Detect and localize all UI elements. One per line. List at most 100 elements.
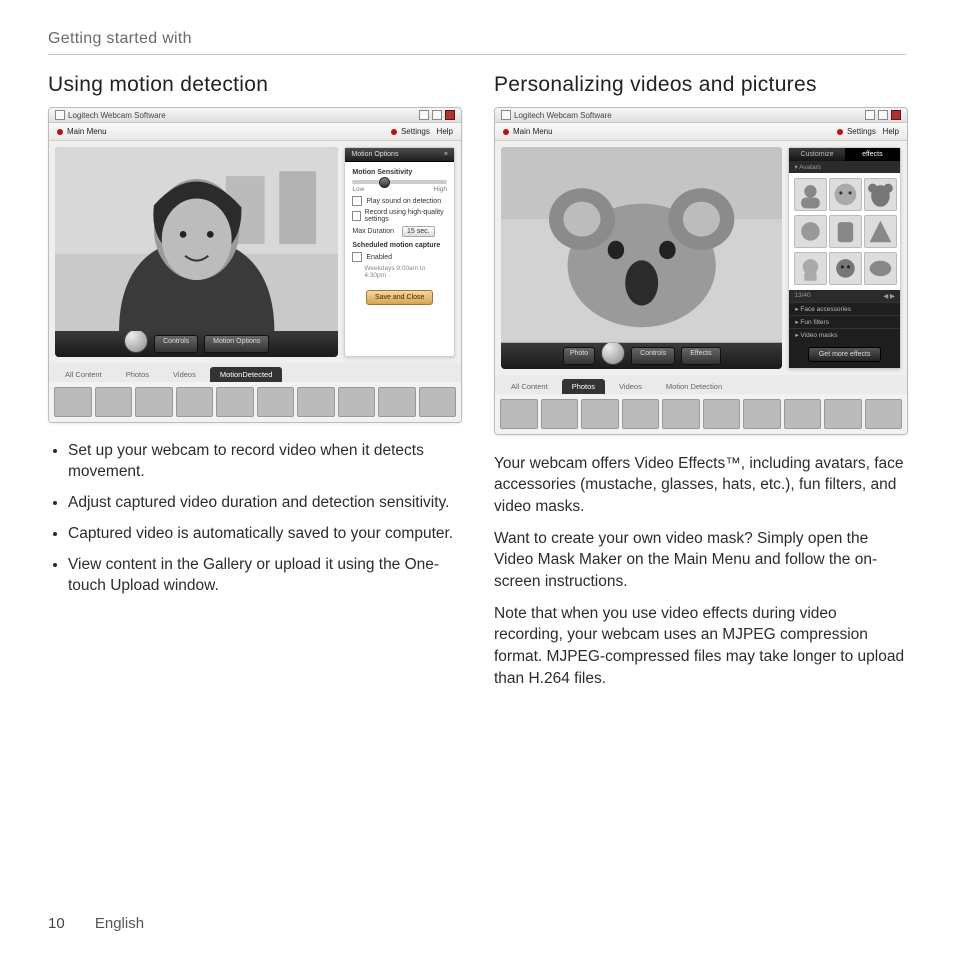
close-icon[interactable] [445, 110, 455, 120]
mode-photo-button[interactable]: Photo [563, 347, 595, 365]
max-duration-row: Max Duration 15 sec. [352, 226, 447, 237]
preview-control-bar: Controls Motion Options [55, 331, 338, 357]
gallery-thumb[interactable] [824, 399, 862, 429]
screenshot-motion-detection: Logitech Webcam Software Main Menu Setti… [48, 107, 462, 423]
gallery-thumb[interactable] [622, 399, 660, 429]
tab-motion-detected[interactable]: MotionDetected [210, 367, 283, 382]
tab-motion-detected[interactable]: Motion Detection [656, 379, 732, 394]
gallery-thumb[interactable] [297, 387, 335, 417]
gallery-thumb[interactable] [216, 387, 254, 417]
option-high-quality[interactable]: Record using high-quality settings [352, 209, 447, 223]
two-column-layout: Using motion detection Logitech Webcam S… [48, 73, 906, 700]
page-footer: 10 English [48, 915, 144, 932]
manual-page: Getting started with Using motion detect… [0, 0, 954, 954]
avatar-thumb[interactable] [829, 178, 862, 211]
sensitivity-slider[interactable] [352, 180, 447, 184]
avatar-thumb[interactable] [864, 252, 897, 285]
gallery-thumb[interactable] [743, 399, 781, 429]
maximize-icon[interactable] [432, 110, 442, 120]
slider-high-label: High [434, 186, 447, 193]
panel-title: Motion Options [351, 151, 398, 158]
gallery-thumb[interactable] [662, 399, 700, 429]
settings-link[interactable]: Settings [837, 127, 876, 136]
scheduled-label: Scheduled motion capture [352, 242, 447, 249]
controls-button[interactable]: Controls [154, 335, 198, 353]
option-scheduled-enabled[interactable]: Enabled [352, 252, 447, 262]
checkbox-icon[interactable] [352, 252, 362, 262]
help-link[interactable]: Help [883, 127, 899, 136]
get-more-effects-button[interactable]: Get more effects [808, 347, 882, 362]
avatar-thumb[interactable] [794, 178, 827, 211]
tab-photos[interactable]: Photos [116, 367, 159, 382]
gallery-thumb[interactable] [378, 387, 416, 417]
tab-customize[interactable]: Customize [789, 148, 844, 161]
checkbox-icon[interactable] [352, 196, 362, 206]
gallery-thumb[interactable] [54, 387, 92, 417]
category-fun-filters[interactable]: ▸ Fun filters [789, 315, 900, 328]
minimize-icon[interactable] [865, 110, 875, 120]
motion-options-panel: Motion Options × Motion Sensitivity Low … [344, 147, 455, 357]
gallery-thumb[interactable] [541, 399, 579, 429]
avatar-thumb[interactable] [794, 252, 827, 285]
avatar-thumb[interactable] [829, 252, 862, 285]
tab-videos[interactable]: Videos [609, 379, 652, 394]
gallery-thumb[interactable] [500, 399, 538, 429]
checkbox-icon[interactable] [352, 211, 360, 221]
controls-button[interactable]: Controls [631, 347, 675, 365]
window-title: Logitech Webcam Software [68, 111, 166, 120]
close-icon[interactable] [891, 110, 901, 120]
tab-all-content[interactable]: All Content [55, 367, 112, 382]
minimize-icon[interactable] [419, 110, 429, 120]
panel-header: Motion Options × [345, 148, 454, 162]
tab-photos[interactable]: Photos [562, 379, 605, 394]
settings-link[interactable]: Settings [391, 127, 430, 136]
gallery-thumb[interactable] [784, 399, 822, 429]
gallery-thumb[interactable] [176, 387, 214, 417]
save-and-close-button[interactable]: Save and Close [366, 290, 433, 305]
capture-button[interactable] [601, 341, 625, 365]
mode-label: Photo [570, 350, 588, 357]
tab-videos[interactable]: Videos [163, 367, 206, 382]
app-icon [501, 110, 511, 120]
gallery-thumb[interactable] [338, 387, 376, 417]
tab-all-content[interactable]: All Content [501, 379, 558, 394]
avatar-thumb[interactable] [864, 178, 897, 211]
slider-low-label: Low [352, 186, 364, 193]
left-bullet-list: Set up your webcam to record video when … [48, 441, 460, 597]
effects-button[interactable]: Effects [681, 347, 720, 365]
gallery-thumb[interactable] [865, 399, 903, 429]
category-face-accessories[interactable]: ▸ Face accessories [789, 302, 900, 315]
main-menu-link[interactable]: Main Menu [57, 127, 107, 136]
category-video-masks[interactable]: ▸ Video masks [789, 328, 900, 341]
option-play-sound[interactable]: Play sound on detection [352, 196, 447, 206]
max-duration-select[interactable]: 15 sec. [402, 226, 435, 237]
avatar-grid [789, 173, 900, 290]
gallery-thumb[interactable] [419, 387, 457, 417]
right-paragraph: Note that when you use video effects dur… [494, 603, 906, 690]
gallery-thumb[interactable] [135, 387, 173, 417]
gallery-thumb[interactable] [581, 399, 619, 429]
gallery-thumb[interactable] [95, 387, 133, 417]
panel-close-icon[interactable]: × [444, 151, 448, 158]
tab-effects[interactable]: effects [845, 148, 900, 161]
effects-panel: Customize effects ▾ Avatars [788, 147, 901, 369]
preview-image [55, 147, 338, 331]
screenshot-body: Photo Controls Effects Customize effects [495, 141, 907, 375]
motion-options-button[interactable]: Motion Options [204, 335, 269, 353]
avatar-thumb[interactable] [794, 215, 827, 248]
left-column: Using motion detection Logitech Webcam S… [48, 73, 460, 700]
maximize-icon[interactable] [878, 110, 888, 120]
main-menu-link[interactable]: Main Menu [503, 127, 553, 136]
schedule-hint: Weekdays 9:00am to 4:30pm [352, 265, 447, 279]
gallery-thumb[interactable] [703, 399, 741, 429]
avatars-section-label: ▾ Avatars [789, 161, 900, 173]
webcam-preview: Controls Motion Options [55, 147, 338, 357]
avatar-thumb[interactable] [829, 215, 862, 248]
avatar-counter-row: 13/40 ◀ ▶ [789, 290, 900, 302]
list-item: Captured video is automatically saved to… [68, 524, 460, 545]
record-button[interactable] [124, 329, 148, 353]
help-link[interactable]: Help [437, 127, 453, 136]
gallery-thumb[interactable] [257, 387, 295, 417]
header-breadcrumb: Getting started with [48, 30, 192, 47]
avatar-thumb[interactable] [864, 215, 897, 248]
